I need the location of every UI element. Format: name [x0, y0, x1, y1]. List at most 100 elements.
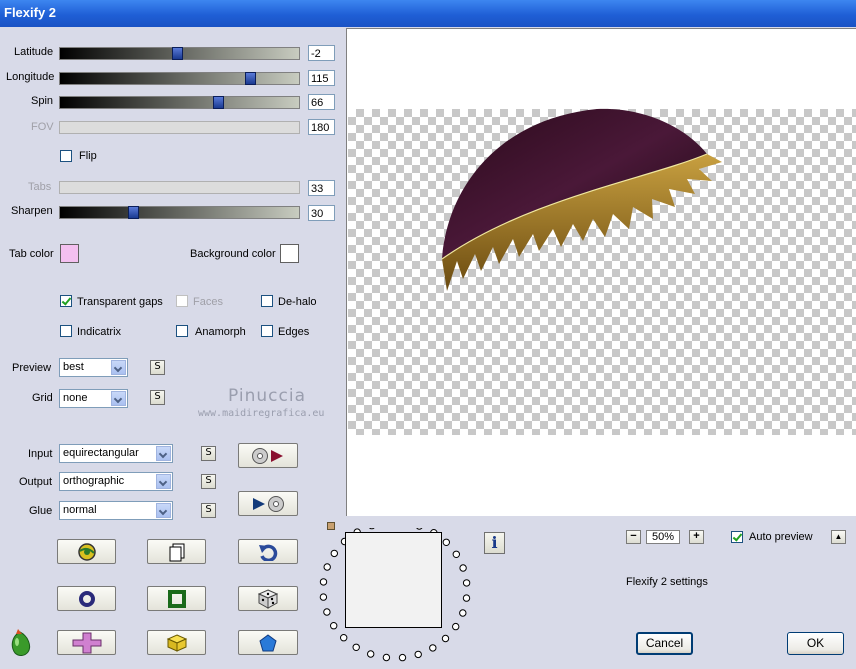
undo-button[interactable]: [238, 539, 298, 564]
rotation-dot[interactable]: [459, 564, 467, 572]
edges-checkbox[interactable]: [261, 325, 273, 337]
flip-checkbox[interactable]: [60, 150, 72, 162]
rotation-dot[interactable]: [330, 622, 338, 630]
output-label: Output: [19, 476, 53, 488]
tab-color-label: Tab color: [9, 248, 54, 260]
fov-value[interactable]: 180: [308, 119, 335, 135]
chevron-down-icon[interactable]: [111, 360, 126, 375]
auto-preview-checkbox[interactable]: [731, 531, 743, 543]
rotation-dot[interactable]: [452, 550, 461, 558]
export-input-button[interactable]: [238, 443, 298, 468]
output-s-button[interactable]: S: [201, 474, 216, 489]
disc-to-arrow-icon: [252, 447, 283, 464]
input-select[interactable]: equirectangular: [59, 444, 173, 463]
rotation-dot[interactable]: [462, 594, 471, 602]
rotation-dot[interactable]: [452, 622, 460, 631]
input-label: Input: [28, 448, 53, 460]
rotation-dot[interactable]: [459, 609, 467, 617]
pentagon-icon: [259, 633, 277, 651]
collapse-button[interactable]: ▲: [831, 530, 846, 544]
sharpen-value[interactable]: 30: [308, 205, 335, 221]
ring-button[interactable]: [57, 586, 116, 611]
rotation-dot[interactable]: [368, 528, 375, 530]
spin-thumb[interactable]: [213, 96, 224, 109]
spin-label: Spin: [31, 95, 54, 107]
zoom-level: 50%: [646, 530, 680, 544]
zoom-out-button[interactable]: −: [626, 530, 641, 544]
spin-slider[interactable]: [59, 96, 300, 109]
settings-label: Flexify 2 settings: [626, 576, 708, 588]
rotation-dot[interactable]: [319, 593, 328, 601]
pentagon-button[interactable]: [238, 630, 298, 655]
dice-icon: [258, 588, 278, 609]
rotation-dot[interactable]: [367, 650, 375, 658]
plus-shape-button[interactable]: [57, 630, 116, 655]
longitude-thumb[interactable]: [245, 72, 256, 85]
latitude-value[interactable]: -2: [308, 45, 335, 61]
rotation-dot[interactable]: [416, 528, 423, 530]
background-color-swatch[interactable]: [280, 244, 299, 263]
chevron-down-icon[interactable]: [156, 446, 171, 461]
glue-select[interactable]: normal: [59, 501, 173, 520]
rotation-dot[interactable]: [398, 653, 407, 662]
cube-button[interactable]: [147, 630, 206, 655]
copy-button[interactable]: [147, 539, 206, 564]
frame-button[interactable]: [147, 586, 206, 611]
longitude-label: Longitude: [6, 71, 55, 83]
rotation-dot[interactable]: [429, 644, 437, 652]
cancel-button[interactable]: Cancel: [636, 632, 693, 655]
preview-quality-select[interactable]: best: [59, 358, 128, 377]
preview-s-button[interactable]: S: [150, 360, 165, 375]
rotation-dot[interactable]: [382, 653, 391, 662]
rotation-dot[interactable]: [462, 579, 471, 587]
square-frame-icon: [167, 589, 186, 608]
glue-label: Glue: [29, 505, 53, 517]
transparent-gaps-label: Transparent gaps: [77, 296, 163, 308]
import-input-button[interactable]: [238, 491, 298, 516]
transparent-gaps-checkbox[interactable]: [60, 295, 72, 307]
latitude-label: Latitude: [14, 46, 54, 58]
tabs-value[interactable]: 33: [308, 180, 335, 196]
de-halo-checkbox[interactable]: [261, 295, 273, 307]
glue-s-button[interactable]: S: [201, 503, 216, 518]
spin-value[interactable]: 66: [308, 94, 335, 110]
ok-button[interactable]: OK: [787, 632, 844, 655]
rotation-dot[interactable]: [352, 643, 360, 652]
flip-label: Flip: [79, 150, 97, 162]
rotation-dot[interactable]: [323, 608, 331, 616]
longitude-value[interactable]: 115: [308, 70, 335, 86]
zoom-in-button[interactable]: +: [689, 530, 704, 544]
chevron-down-icon[interactable]: [156, 503, 171, 518]
tab-color-swatch[interactable]: [60, 244, 79, 263]
randomize-all-button[interactable]: [57, 539, 116, 564]
rotation-dot[interactable]: [319, 578, 328, 586]
latitude-thumb[interactable]: [172, 47, 183, 60]
latitude-slider[interactable]: [59, 47, 300, 60]
anamorph-checkbox[interactable]: [176, 325, 188, 337]
indicatrix-checkbox[interactable]: [60, 325, 72, 337]
output-select[interactable]: orthographic: [59, 472, 173, 491]
chevron-down-icon[interactable]: [111, 391, 126, 406]
input-s-button[interactable]: S: [201, 446, 216, 461]
grid-select[interactable]: none: [59, 389, 128, 408]
input-value: equirectangular: [63, 447, 139, 459]
grid-value: none: [63, 392, 88, 404]
rotation-dot[interactable]: [323, 563, 331, 571]
globe-sparkle-icon: [77, 542, 96, 561]
random-dice-button[interactable]: [238, 586, 298, 611]
chevron-down-icon[interactable]: [156, 474, 171, 489]
sharpen-slider[interactable]: [59, 206, 300, 219]
grid-s-button[interactable]: S: [150, 390, 165, 405]
longitude-slider[interactable]: [59, 72, 300, 85]
rotation-dot[interactable]: [414, 650, 422, 659]
preview-area[interactable]: [346, 28, 856, 516]
fov-slider: [59, 121, 300, 134]
rotation-dot[interactable]: [442, 538, 451, 547]
info-button[interactable]: i: [484, 532, 505, 554]
sharpen-thumb[interactable]: [128, 206, 139, 219]
rotation-dot[interactable]: [330, 549, 338, 558]
rotation-dot[interactable]: [340, 634, 348, 642]
rotation-dot[interactable]: [441, 634, 450, 643]
faces-label: Faces: [193, 296, 223, 308]
thumbnail-preview[interactable]: [345, 532, 442, 628]
